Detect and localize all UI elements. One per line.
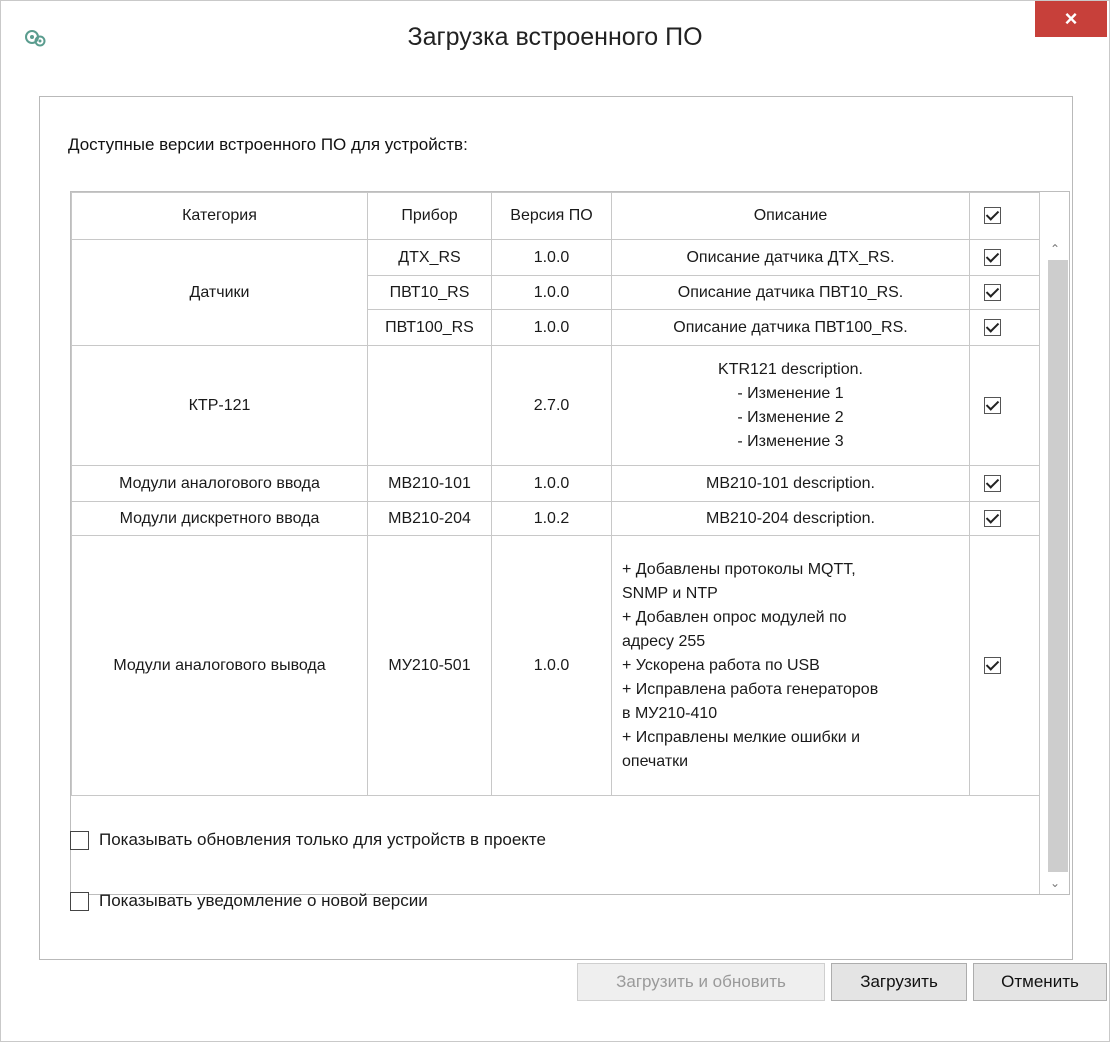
row-checkbox[interactable] bbox=[984, 283, 1001, 301]
table-header-row: Категория Прибор Версия ПО Описание bbox=[71, 192, 1040, 240]
device-cell: ДТХ_RS bbox=[367, 239, 492, 276]
only-project-devices-checkbox[interactable] bbox=[70, 830, 89, 850]
select-cell bbox=[969, 309, 1040, 346]
notify-new-version-label: Показывать уведомление о новой версии bbox=[99, 891, 428, 910]
description-line: - Изменение 2 bbox=[737, 408, 844, 426]
select-cell bbox=[969, 239, 1040, 276]
version-cell: 1.0.0 bbox=[491, 275, 612, 310]
column-header-description[interactable]: Описание bbox=[611, 192, 970, 240]
description-line: + Исправлены мелкие ошибки и bbox=[622, 728, 861, 746]
firmware-table: Категория Прибор Версия ПО Описание Датч… bbox=[70, 191, 1070, 895]
close-button[interactable]: × bbox=[1035, 1, 1107, 37]
description-line: SNMP и NTP bbox=[622, 584, 718, 602]
device-cell: ПВТ10_RS bbox=[367, 275, 492, 310]
row-checkbox[interactable] bbox=[984, 248, 1001, 266]
select-cell bbox=[969, 535, 1040, 796]
version-cell: 2.7.0 bbox=[491, 345, 612, 466]
description-cell: Описание датчика ПВТ100_RS. bbox=[611, 309, 970, 346]
description-line: адресу 255 bbox=[622, 632, 706, 650]
description-cell: Описание датчика ПВТ10_RS. bbox=[611, 275, 970, 310]
table-row[interactable]: Модули дискретного ввода МВ210-204 1.0.2… bbox=[71, 501, 1040, 536]
description-line: KTR121 description. bbox=[718, 360, 863, 378]
download-update-button[interactable]: Загрузить и обновить bbox=[577, 963, 825, 1001]
description-line: - Изменение 1 bbox=[737, 384, 844, 402]
row-checkbox[interactable] bbox=[984, 474, 1001, 492]
firmware-group: Доступные версии встроенного ПО для устр… bbox=[39, 96, 1073, 960]
row-checkbox[interactable] bbox=[984, 656, 1001, 674]
select-cell bbox=[969, 275, 1040, 310]
device-cell: МВ210-101 bbox=[367, 465, 492, 502]
table-scrollbar[interactable]: ⌃ ⌄ bbox=[1039, 238, 1069, 894]
select-all-checkbox[interactable] bbox=[984, 207, 1001, 225]
header-spacer bbox=[1039, 192, 1069, 239]
available-versions-heading: Доступные версии встроенного ПО для устр… bbox=[68, 135, 468, 154]
window-title: Загрузка встроенного ПО bbox=[407, 23, 703, 51]
version-cell: 1.0.0 bbox=[491, 239, 612, 276]
description-line: + Ускорена работа по USB bbox=[622, 656, 820, 674]
version-cell: 1.0.0 bbox=[491, 535, 612, 796]
description-line: в МУ210-410 bbox=[622, 704, 718, 722]
description-cell: MB210-204 description. bbox=[611, 501, 970, 536]
description-cell: Описание датчика ДТХ_RS. bbox=[611, 239, 970, 276]
only-project-devices-option[interactable]: Показывать обновления только для устройс… bbox=[70, 830, 546, 850]
close-icon: × bbox=[1064, 6, 1078, 31]
device-cell: МВ210-204 bbox=[367, 501, 492, 536]
description-line: + Исправлена работа генераторов bbox=[622, 680, 879, 698]
select-cell bbox=[969, 345, 1040, 466]
row-checkbox[interactable] bbox=[984, 396, 1001, 414]
category-cell: Модули дискретного ввода bbox=[71, 501, 368, 536]
row-checkbox[interactable] bbox=[984, 509, 1001, 527]
table-row[interactable]: Модули аналогового вывода МУ210-501 1.0.… bbox=[71, 535, 1040, 796]
version-cell: 1.0.2 bbox=[491, 501, 612, 536]
category-cell: КТР-121 bbox=[71, 345, 368, 466]
category-cell: Датчики bbox=[71, 239, 368, 346]
device-cell: ПВТ100_RS bbox=[367, 309, 492, 346]
row-checkbox[interactable] bbox=[984, 318, 1001, 336]
notify-new-version-option[interactable]: Показывать уведомление о новой версии bbox=[70, 891, 428, 911]
version-cell: 1.0.0 bbox=[491, 309, 612, 346]
description-cell: MB210-101 description. bbox=[611, 465, 970, 502]
chevron-down-icon[interactable]: ⌄ bbox=[1040, 872, 1069, 894]
category-cell: Модули аналогового ввода bbox=[71, 465, 368, 502]
device-cell: МУ210-501 bbox=[367, 535, 492, 796]
notify-new-version-checkbox[interactable] bbox=[70, 891, 89, 911]
column-header-version[interactable]: Версия ПО bbox=[491, 192, 612, 240]
description-line: - Изменение 3 bbox=[737, 432, 844, 450]
category-cell: Модули аналогового вывода bbox=[71, 535, 368, 796]
table-row[interactable]: Датчики ДТХ_RS 1.0.0 Описание датчика ДТ… bbox=[71, 239, 1040, 346]
description-cell: KTR121 description. - Изменение 1 - Изме… bbox=[611, 345, 970, 466]
download-button[interactable]: Загрузить bbox=[831, 963, 967, 1001]
column-header-category[interactable]: Категория bbox=[71, 192, 368, 240]
scroll-thumb[interactable] bbox=[1048, 260, 1068, 872]
description-line: + Добавлены протоколы MQTT, bbox=[622, 560, 856, 578]
cancel-button[interactable]: Отменить bbox=[973, 963, 1107, 1001]
select-cell bbox=[969, 465, 1040, 502]
description-cell: + Добавлены протоколы MQTT, SNMP и NTP +… bbox=[611, 535, 970, 796]
column-header-select-all bbox=[969, 192, 1040, 240]
table-row[interactable]: Модули аналогового ввода МВ210-101 1.0.0… bbox=[71, 465, 1040, 502]
chevron-up-icon[interactable]: ⌃ bbox=[1040, 238, 1069, 260]
firmware-dialog: Загрузка встроенного ПО × Доступные верс… bbox=[0, 0, 1110, 1042]
select-cell bbox=[969, 501, 1040, 536]
only-project-devices-label: Показывать обновления только для устройс… bbox=[99, 830, 546, 849]
title-bar: Загрузка встроенного ПО × bbox=[1, 1, 1109, 79]
description-line: + Добавлен опрос модулей по bbox=[622, 608, 847, 626]
table-row[interactable]: КТР-121 2.7.0 KTR121 description. - Изме… bbox=[71, 345, 1040, 466]
description-line: опечатки bbox=[622, 752, 689, 770]
device-cell bbox=[367, 345, 492, 466]
version-cell: 1.0.0 bbox=[491, 465, 612, 502]
column-header-device[interactable]: Прибор bbox=[367, 192, 492, 240]
